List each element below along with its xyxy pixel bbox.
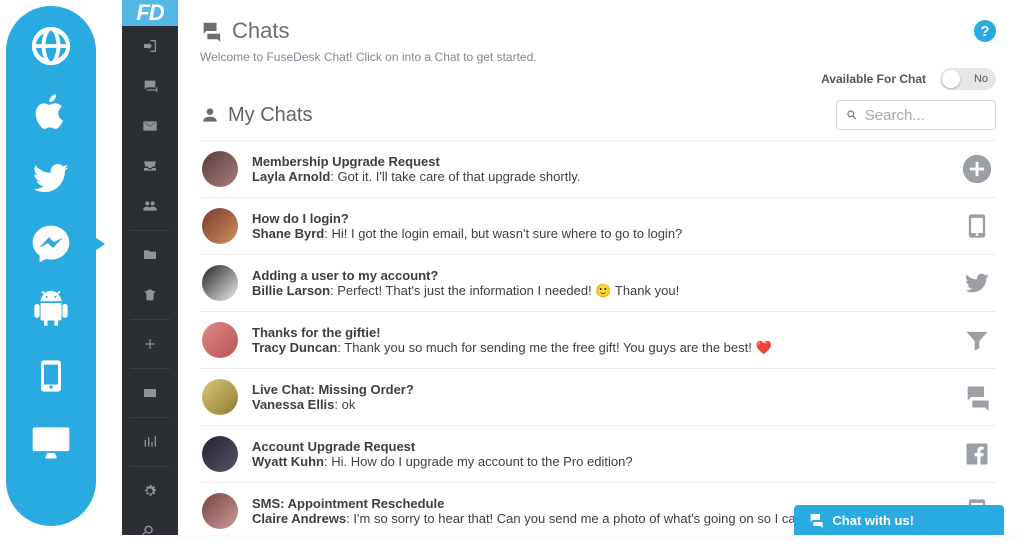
person-icon (200, 105, 220, 125)
chat-row[interactable]: How do I login? Shane Byrd: Hi! I got th… (200, 197, 996, 254)
nav-chats-icon[interactable] (122, 66, 178, 106)
desktop-icon[interactable] (21, 414, 81, 470)
chat-icon (808, 512, 824, 528)
app-logo[interactable]: FD (122, 0, 178, 26)
nav-stats-icon[interactable] (122, 422, 178, 462)
chat-preview: Shane Byrd: Hi! I got the login email, b… (252, 226, 946, 241)
availability-toggle[interactable]: No (940, 68, 996, 90)
nav-folder-icon[interactable] (122, 235, 178, 275)
nav-mail-icon[interactable] (122, 106, 178, 146)
chat-preview: Tracy Duncan: Thank you so much for send… (252, 340, 946, 356)
chat-row[interactable]: Adding a user to my account? Billie Lars… (200, 254, 996, 311)
chat-subject: Membership Upgrade Request (252, 154, 946, 169)
main-panel: Chats ? Welcome to FuseDesk Chat! Click … (178, 0, 1024, 535)
search-icon (845, 107, 859, 123)
chat-subject: Account Upgrade Request (252, 439, 946, 454)
chat-icon (960, 380, 994, 414)
filter-icon[interactable] (960, 323, 994, 357)
welcome-text: Welcome to FuseDesk Chat! Click on into … (200, 50, 996, 64)
avatar (202, 151, 238, 187)
chat-row[interactable]: Membership Upgrade Request Layla Arnold:… (200, 140, 996, 197)
avatar (202, 265, 238, 301)
avatar (202, 322, 238, 358)
nav-card-icon[interactable] (122, 373, 178, 413)
chat-subject: Thanks for the giftie! (252, 325, 946, 340)
chats-icon (200, 20, 222, 42)
facebook-icon (960, 437, 994, 471)
chat-subject: How do I login? (252, 211, 946, 226)
avatar (202, 436, 238, 472)
nav-logout-icon[interactable] (122, 26, 178, 66)
app-sidebar: FD (122, 0, 178, 535)
avatar (202, 208, 238, 244)
my-chats-title: My Chats (200, 104, 312, 127)
chat-subject: Live Chat: Missing Order? (252, 382, 946, 397)
twitter-icon[interactable] (21, 150, 81, 206)
availability-label: Available For Chat (821, 72, 926, 86)
mobile-icon (960, 209, 994, 243)
avatar (202, 379, 238, 415)
chat-with-us-button[interactable]: Chat with us! (794, 505, 1004, 535)
avatar (202, 493, 238, 529)
globe-icon[interactable] (21, 18, 81, 74)
add-icon[interactable] (960, 152, 994, 186)
chat-list: Membership Upgrade Request Layla Arnold:… (200, 140, 996, 539)
chat-preview: Layla Arnold: Got it. I'll take care of … (252, 169, 946, 184)
apple-icon[interactable] (21, 84, 81, 140)
chat-row[interactable]: Account Upgrade Request Wyatt Kuhn: Hi. … (200, 425, 996, 482)
mobile-icon[interactable] (21, 348, 81, 404)
chat-preview: Billie Larson: Perfect! That's just the … (252, 283, 946, 299)
nav-settings-icon[interactable] (122, 471, 178, 511)
channels-sidebar (6, 6, 96, 526)
nav-add-icon[interactable] (122, 324, 178, 364)
chat-preview: Vanessa Ellis: ok (252, 397, 946, 412)
chat-row[interactable]: Thanks for the giftie! Tracy Duncan: Tha… (200, 311, 996, 368)
messenger-icon[interactable] (21, 216, 81, 272)
chat-subject: Adding a user to my account? (252, 268, 946, 283)
chat-row[interactable]: Live Chat: Missing Order? Vanessa Ellis:… (200, 368, 996, 425)
nav-inbox-icon[interactable] (122, 146, 178, 186)
nav-team-icon[interactable] (122, 186, 178, 226)
help-button[interactable]: ? (974, 20, 996, 42)
page-title: Chats (200, 18, 289, 44)
search-input[interactable] (836, 100, 996, 130)
chat-preview: Wyatt Kuhn: Hi. How do I upgrade my acco… (252, 454, 946, 469)
android-icon[interactable] (21, 282, 81, 338)
nav-trash-icon[interactable] (122, 275, 178, 315)
twitter-icon (960, 266, 994, 300)
nav-search-icon[interactable] (122, 511, 178, 551)
